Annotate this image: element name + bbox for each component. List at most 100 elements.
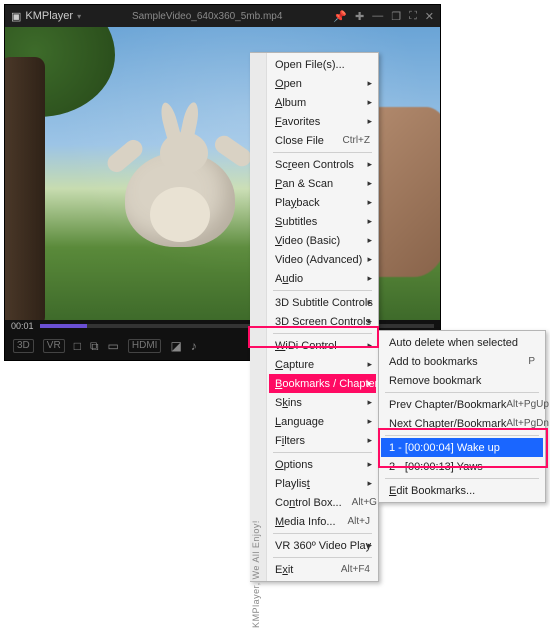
menu-separator [273, 557, 372, 558]
submenu-item-edit_bm[interactable]: Edit Bookmarks... [381, 481, 543, 500]
menu-item-3d_scr[interactable]: 3D Screen Controls▸ [269, 312, 376, 331]
submenu-label: 1 - [00:00:04] Wake up [389, 442, 535, 454]
menu-label: Playlist [275, 478, 370, 490]
menu-label: 3D Screen Controls [275, 316, 371, 328]
submenu-label: Next Chapter/Bookmark [389, 418, 506, 430]
menu-item-close_file[interactable]: Close FileCtrl+Z [269, 131, 376, 150]
submenu-arrow-icon: ▸ [367, 316, 372, 327]
menu-label: Bookmarks / Chapter [275, 378, 378, 390]
close-icon[interactable]: ✕ [425, 10, 434, 23]
app-logo[interactable]: ▣ KMPlayer ▾ [11, 10, 81, 23]
submenu-shortcut: P [528, 356, 535, 367]
menu-item-options[interactable]: Options▸ [269, 455, 376, 474]
submenu-item-prev_ch[interactable]: Prev Chapter/BookmarkAlt+PgUp [381, 395, 543, 414]
subtitle-button[interactable]: □ [74, 339, 81, 353]
menu-label: Options [275, 459, 370, 471]
vr-button[interactable]: VR [43, 339, 65, 353]
submenu-arrow-icon: ▸ [367, 116, 372, 127]
screen-button[interactable]: ◪ [170, 339, 181, 353]
menu-label: Media Info... [275, 516, 337, 528]
submenu-arrow-icon: ▸ [367, 297, 372, 308]
submenu-label: Add to bookmarks [389, 356, 528, 368]
menu-item-filters[interactable]: Filters▸ [269, 431, 376, 450]
submenu-item-auto_del[interactable]: Auto delete when selected [381, 333, 543, 352]
submenu-label: Prev Chapter/Bookmark [389, 399, 506, 411]
submenu-item-bm2[interactable]: 2 - [00:00:13] Yaws [381, 457, 543, 476]
menu-item-playback[interactable]: Playback▸ [269, 193, 376, 212]
submenu-arrow-icon: ▸ [367, 416, 372, 427]
menu-label: Subtitles [275, 216, 370, 228]
menu-item-audio[interactable]: Audio▸ [269, 269, 376, 288]
menu-label: VR 360º Video Play [275, 540, 371, 552]
menu-label: Video (Basic) [275, 235, 370, 247]
menu-item-screen_controls[interactable]: Screen Controls▸ [269, 155, 376, 174]
menu-item-pan_scan[interactable]: Pan & Scan▸ [269, 174, 376, 193]
pin-icon[interactable]: 📌 [333, 10, 347, 23]
menu-shortcut: Alt+F4 [341, 564, 370, 575]
menu-label: Album [275, 97, 370, 109]
menu-item-bookmarks[interactable]: Bookmarks / Chapter▸ [269, 374, 376, 393]
menu-label: Video (Advanced) [275, 254, 370, 266]
menu-item-video_basic[interactable]: Video (Basic)▸ [269, 231, 376, 250]
menu-item-playlist[interactable]: Playlist▸ [269, 474, 376, 493]
menu-item-3d_sub[interactable]: 3D Subtitle Controls▸ [269, 293, 376, 312]
submenu-shortcut: Alt+PgDn [506, 418, 549, 429]
menu-item-exit[interactable]: Exit Alt+F4 [269, 560, 376, 579]
submenu-label: Edit Bookmarks... [389, 485, 535, 497]
menu-label: Favorites [275, 116, 370, 128]
submenu-item-add_bm[interactable]: Add to bookmarksP [381, 352, 543, 371]
menu-item-skins[interactable]: Skins▸ [269, 393, 376, 412]
menu-item-media_info[interactable]: Media Info...Alt+J [269, 512, 376, 531]
option-icon[interactable]: ✚ [355, 10, 364, 23]
submenu-arrow-icon: ▸ [367, 235, 372, 246]
brand-icon: ▣ [11, 10, 21, 23]
menu-item-control_box[interactable]: Control Box...Alt+G [269, 493, 376, 512]
submenu-item-next_ch[interactable]: Next Chapter/BookmarkAlt+PgDn [381, 414, 543, 433]
submenu-label: Auto delete when selected [389, 337, 535, 349]
ratio-button[interactable]: ▭ [108, 339, 119, 353]
fullscreen-icon[interactable]: ⛶ [409, 10, 417, 23]
submenu-item-rem_bm[interactable]: Remove bookmark [381, 371, 543, 390]
hdmi-button[interactable]: HDMI [128, 339, 162, 353]
menu-item-video_adv[interactable]: Video (Advanced)▸ [269, 250, 376, 269]
menu-item-language[interactable]: Language▸ [269, 412, 376, 431]
menu-item-capture[interactable]: Capture▸ [269, 355, 376, 374]
menu-label: Audio [275, 273, 370, 285]
submenu-arrow-icon: ▸ [367, 254, 372, 265]
brand-strip: KMPlayer, We All Enjoy! [250, 53, 267, 581]
submenu-arrow-icon: ▸ [367, 216, 372, 227]
menu-separator [273, 333, 372, 334]
menu-separator [273, 533, 372, 534]
menu-label: Exit [275, 564, 331, 576]
audio-button[interactable]: ♪ [191, 339, 197, 353]
menu-item-open[interactable]: Open▸ [269, 74, 376, 93]
submenu-arrow-icon: ▸ [367, 435, 372, 446]
menu-separator [273, 290, 372, 291]
screenshot-button[interactable]: ⧉ [90, 339, 99, 354]
3d-button[interactable]: 3D [13, 339, 34, 353]
restore-icon[interactable]: ❐ [391, 10, 401, 23]
submenu-item-bm1[interactable]: 1 - [00:00:04] Wake up [381, 438, 543, 457]
submenu-arrow-icon: ▸ [367, 97, 372, 108]
menu-separator [385, 478, 539, 479]
menu-label: Skins [275, 397, 370, 409]
menu-item-open_files[interactable]: Open File(s)... [269, 55, 376, 74]
submenu-arrow-icon: ▸ [367, 159, 372, 170]
menu-item-favorites[interactable]: Favorites▸ [269, 112, 376, 131]
menu-separator [385, 392, 539, 393]
menu-item-vr360[interactable]: VR 360º Video Play▸ [269, 536, 376, 555]
menu-item-widi[interactable]: WiDi Control▸ [269, 336, 376, 355]
menu-separator [273, 452, 372, 453]
menu-item-subtitles[interactable]: Subtitles▸ [269, 212, 376, 231]
submenu-arrow-icon: ▸ [367, 78, 372, 89]
submenu-arrow-icon: ▸ [367, 340, 372, 351]
minimize-icon[interactable]: — [372, 10, 383, 23]
app-name: KMPlayer [25, 10, 73, 22]
menu-label: Filters [275, 435, 370, 447]
menu-shortcut: Ctrl+Z [343, 135, 371, 146]
menu-item-album[interactable]: Album▸ [269, 93, 376, 112]
submenu-arrow-icon: ▸ [367, 359, 372, 370]
menu-separator [385, 435, 539, 436]
menu-label: Playback [275, 197, 370, 209]
submenu-arrow-icon: ▸ [367, 197, 372, 208]
